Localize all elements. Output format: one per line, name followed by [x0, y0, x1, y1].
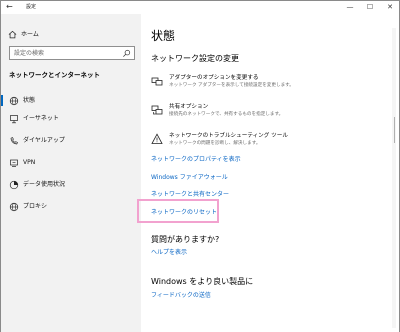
send-feedback-link[interactable]: フィードバックの送信	[151, 292, 211, 300]
sidebar-item-label: データ使用状況	[23, 181, 66, 188]
sidebar-item-data-usage[interactable]: データ使用状況	[1, 177, 141, 193]
sidebar-item-ethernet[interactable]: イーサネット	[1, 111, 141, 127]
adapter-options-item[interactable]: アダプターのオプションを変更する ネットワーク アダプターを表示して接続設定を変…	[151, 73, 381, 99]
troubleshooter-item[interactable]: ネットワークのトラブルシューティング ツール ネットワークの問題を診断し、解決し…	[151, 131, 381, 157]
sidebar-item-label: イーサネット	[23, 115, 59, 122]
option-title: ネットワークのトラブルシューティング ツール	[169, 133, 288, 139]
section-heading: ネットワーク設定の変更	[151, 54, 239, 63]
sidebar-item-label: ダイヤルアップ	[23, 137, 65, 144]
selection-indicator	[1, 95, 3, 106]
questions-heading: 質問がありますか?	[151, 235, 220, 244]
back-arrow-icon[interactable]: ←	[6, 2, 13, 12]
sharing-icon	[151, 105, 163, 115]
sharing-options-item[interactable]: 共有オプション 接続先のネットワークで、共有するものを指定します。	[151, 102, 381, 128]
proxy-globe-icon	[9, 202, 19, 212]
settings-window: ← 設定 — ☐ ✕ ホーム 設定の検索 ネットワークとインターネット 状態 イ…	[0, 0, 400, 332]
option-title: アダプターのオプションを変更する	[169, 75, 259, 81]
home-nav-item[interactable]: ホーム	[1, 28, 141, 42]
sidebar-item-dialup[interactable]: ダイヤルアップ	[1, 133, 141, 149]
improve-windows-heading: Windows をより良い製品に	[151, 277, 254, 286]
search-icon[interactable]	[122, 49, 131, 58]
home-icon	[8, 30, 17, 39]
vpn-icon	[10, 159, 18, 167]
main-content: 状態 ネットワーク設定の変更 アダプターのオプションを変更する ネットワーク ア…	[141, 14, 399, 332]
phone-icon	[10, 137, 18, 145]
network-sharing-center-link[interactable]: ネットワークと共有センター	[151, 191, 229, 199]
option-description: ネットワーク アダプターを表示して接続設定を変更します。	[169, 83, 294, 88]
home-label: ホーム	[21, 31, 39, 38]
sidebar-item-label: プロキシ	[23, 203, 48, 210]
sidebar: ホーム 設定の検索 ネットワークとインターネット 状態 イーサネット ダイヤルア…	[1, 14, 141, 332]
minimize-button[interactable]: —	[342, 1, 358, 13]
page-title: 状態	[151, 29, 176, 43]
globe-icon	[9, 96, 19, 106]
window-title: 設定	[26, 4, 37, 10]
ethernet-icon	[10, 115, 18, 124]
sidebar-item-proxy[interactable]: プロキシ	[1, 199, 141, 215]
data-usage-icon	[9, 180, 19, 190]
scrollbar-track	[392, 28, 396, 328]
option-description: 接続先のネットワークで、共有するものを指定します。	[169, 112, 284, 117]
close-button[interactable]: ✕	[382, 1, 398, 13]
scrollbar-thumb[interactable]	[394, 117, 395, 143]
warning-icon	[151, 133, 163, 144]
search-placeholder: 設定の検索	[14, 50, 45, 57]
sidebar-item-status[interactable]: 状態	[1, 93, 141, 109]
sidebar-item-vpn[interactable]: VPN	[1, 155, 141, 171]
adapter-icon	[151, 77, 163, 86]
sidebar-section-title: ネットワークとインターネット	[9, 71, 100, 79]
view-network-properties-link[interactable]: ネットワークのプロパティを表示	[151, 156, 241, 164]
maximize-button[interactable]: ☐	[362, 1, 378, 13]
option-title: 共有オプション	[169, 104, 209, 110]
option-description: ネットワークの問題を診断し、解決します。	[169, 141, 261, 146]
sidebar-item-label: 状態	[23, 97, 36, 104]
windows-firewall-link[interactable]: Windows ファイアウォール	[151, 174, 228, 182]
get-help-link[interactable]: ヘルプを表示	[151, 249, 187, 257]
search-input[interactable]: 設定の検索	[9, 46, 135, 60]
sidebar-item-label: VPN	[23, 159, 36, 166]
network-reset-link[interactable]: ネットワークのリセット	[151, 209, 217, 217]
title-bar: ← 設定 — ☐ ✕	[1, 1, 399, 14]
